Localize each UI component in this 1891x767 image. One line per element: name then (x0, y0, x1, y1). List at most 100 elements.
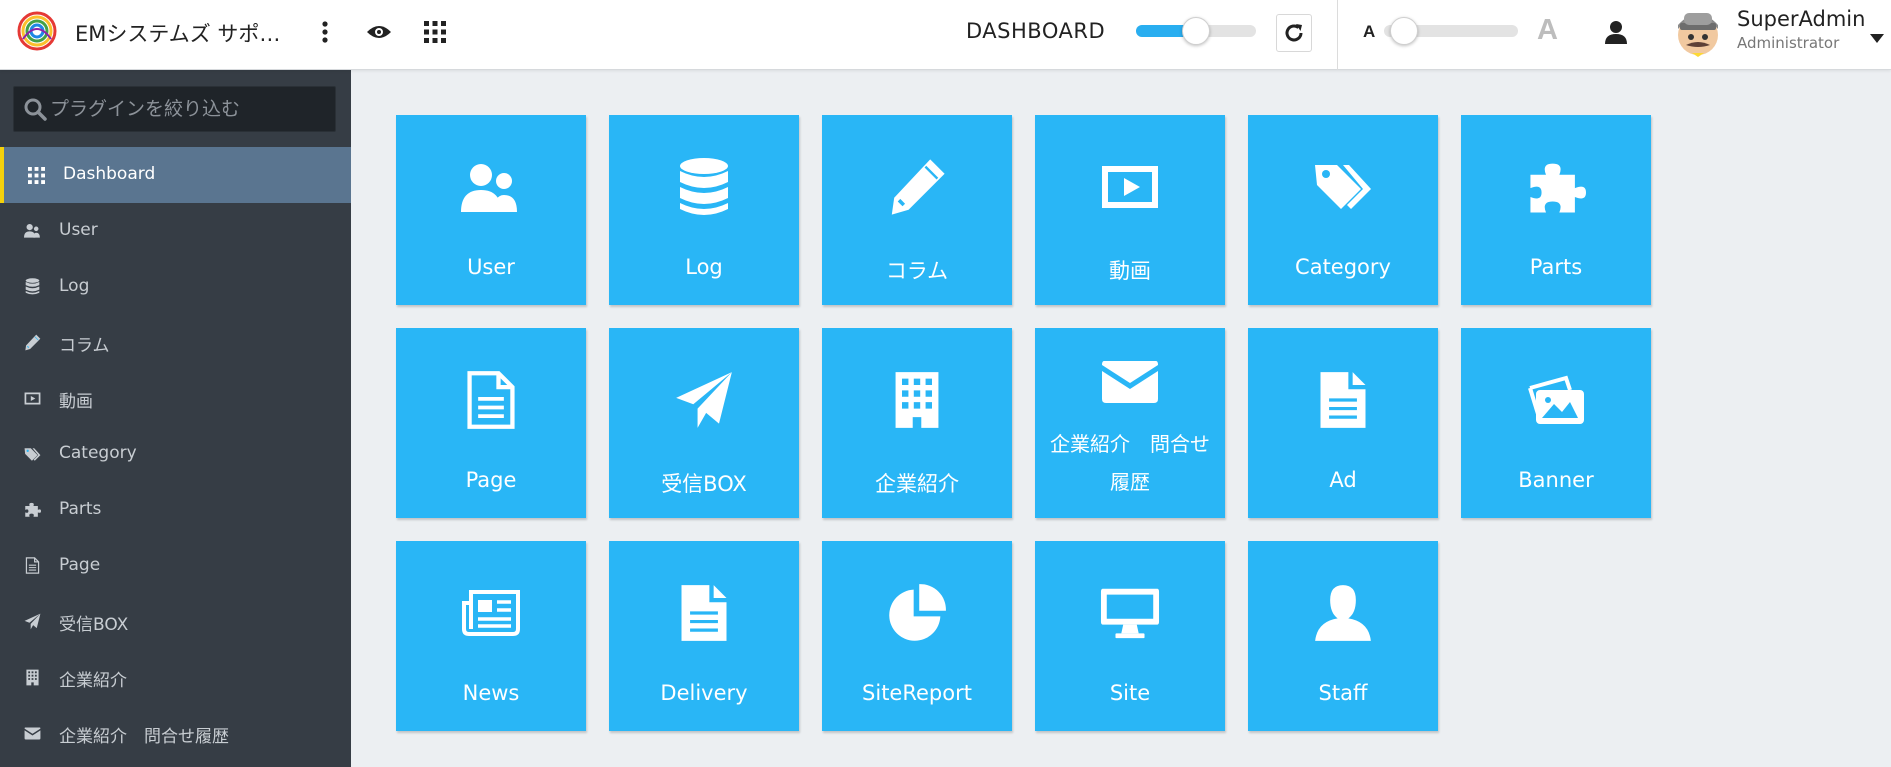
dashboard-tile-1[interactable]: Log (609, 115, 799, 305)
app-title: EMシステムズ サポ… (75, 22, 281, 46)
sidebar-item-9[interactable]: 企業紹介 (0, 649, 351, 705)
tile-label: Category (1295, 255, 1391, 279)
tags-icon (1248, 155, 1438, 219)
more-vertical-icon[interactable] (310, 17, 340, 47)
header-divider (1337, 0, 1338, 70)
puzzle-icon (1461, 155, 1651, 219)
monitor-icon (1035, 581, 1225, 645)
paper-plane-icon (609, 368, 799, 432)
plugin-search-input[interactable] (50, 87, 330, 131)
refresh-icon (1285, 24, 1303, 42)
top-header: EMシステムズ サポ… DASHBOARD A A SuperAdmin Adm… (0, 0, 1891, 70)
user-icon (1248, 581, 1438, 645)
users-icon (22, 221, 42, 241)
sidebar-item-label: 企業紹介 問合せ履歴 (59, 727, 229, 747)
zoom-slider-knob[interactable] (1182, 17, 1210, 45)
dashboard-label: DASHBOARD (966, 19, 1106, 43)
database-icon (22, 277, 42, 297)
tile-label: Parts (1529, 255, 1583, 279)
sidebar-item-2[interactable]: Log (0, 259, 351, 315)
images-icon (1461, 368, 1651, 432)
font-size-slider[interactable] (1384, 17, 1518, 45)
search-icon (23, 97, 47, 125)
sidebar-item-3[interactable]: コラム (0, 314, 351, 370)
database-icon (609, 155, 799, 219)
dashboard-tile-4[interactable]: Category (1248, 115, 1438, 305)
sidebar-item-8[interactable]: 受信BOX (0, 593, 351, 649)
sidebar-item-4[interactable]: 動画 (0, 370, 351, 426)
sidebar-item-6[interactable]: Parts (0, 482, 351, 538)
sidebar-item-label: Page (59, 554, 101, 575)
apps-grid-icon[interactable] (420, 17, 450, 47)
sidebar-item-0[interactable]: Dashboard (0, 147, 351, 203)
tile-label: News (462, 681, 520, 705)
sidebar-item-label: 動画 (59, 392, 93, 413)
file-text-icon (1248, 368, 1438, 432)
tile-label: SiteReport (862, 681, 972, 705)
tile-label: Banner (1518, 468, 1594, 492)
sidebar-item-7[interactable]: Page (0, 538, 351, 594)
tile-label: 企業紹介 問合せ (1050, 432, 1210, 456)
sidebar-item-10[interactable]: 企業紹介 問合せ履歴 (0, 705, 351, 761)
tags-icon (22, 444, 42, 464)
font-size-slider-knob[interactable] (1390, 17, 1418, 45)
envelope-icon (1035, 356, 1225, 408)
tile-label: 受信BOX (661, 472, 747, 496)
sidebar-item-label: Dashboard (63, 164, 156, 184)
dashboard-tile-14[interactable]: SiteReport (822, 541, 1012, 731)
newspaper-icon (396, 581, 586, 645)
users-icon (396, 155, 586, 219)
dashboard-tile-10[interactable]: Ad (1248, 328, 1438, 518)
dashboard-tile-6[interactable]: Page (396, 328, 586, 518)
tile-label: Site (1109, 681, 1151, 705)
sidebar-item-label: Parts (59, 498, 102, 519)
avatar[interactable] (1672, 7, 1724, 59)
sidebar-item-label: User (59, 219, 98, 240)
video-icon (1035, 155, 1225, 219)
app-logo-icon[interactable] (17, 11, 57, 51)
dashboard-tile-2[interactable]: コラム (822, 115, 1012, 305)
dashboard-tile-15[interactable]: Site (1035, 541, 1225, 731)
dashboard-tile-8[interactable]: 企業紹介 (822, 328, 1012, 518)
tile-label: 企業紹介 (875, 472, 959, 496)
envelope-icon (22, 723, 42, 743)
font-size-large-label: A (1537, 14, 1558, 46)
dashboard-tile-16[interactable]: Staff (1248, 541, 1438, 731)
dashboard-tile-9[interactable]: 企業紹介 問合せ 履歴 (1035, 328, 1225, 518)
sidebar-item-label: 受信BOX (59, 615, 129, 636)
page-icon (396, 368, 586, 432)
sidebar-item-5[interactable]: Category (0, 426, 351, 482)
zoom-slider[interactable] (1136, 17, 1256, 45)
dashboard-tile-13[interactable]: Delivery (609, 541, 799, 731)
building-icon (822, 368, 1012, 432)
page-icon (22, 556, 42, 576)
pencil-icon (822, 155, 1012, 219)
file-text-icon (609, 581, 799, 645)
dashboard-tile-0[interactable]: User (396, 115, 586, 305)
user-role: Administrator (1737, 34, 1840, 52)
dashboard-tile-5[interactable]: Parts (1461, 115, 1651, 305)
user-icon[interactable] (1601, 17, 1631, 47)
dashboard-tile-11[interactable]: Banner (1461, 328, 1651, 518)
paper-plane-icon (22, 611, 42, 631)
refresh-button[interactable] (1276, 14, 1312, 52)
tile-label-line2: 履歴 (1110, 470, 1150, 494)
grid-icon (26, 165, 46, 185)
tile-label: Staff (1318, 681, 1368, 705)
caret-down-icon[interactable] (1870, 28, 1884, 47)
pie-chart-icon (822, 581, 1012, 645)
video-icon (22, 388, 42, 408)
user-name[interactable]: SuperAdmin (1737, 7, 1865, 31)
dashboard-tile-12[interactable]: News (396, 541, 586, 731)
sidebar-item-label: コラム (59, 336, 110, 357)
sidebar: Dashboard User Log コラム動画 Category Parts Page 受信… (0, 70, 351, 767)
sidebar-item-label: Log (59, 275, 90, 296)
dashboard-tile-3[interactable]: 動画 (1035, 115, 1225, 305)
eye-icon[interactable] (364, 17, 394, 47)
dashboard-tile-7[interactable]: 受信BOX (609, 328, 799, 518)
tile-label: Page (465, 468, 517, 492)
tile-label: Log (685, 255, 723, 279)
plugin-search-box (13, 86, 336, 132)
tile-label: 動画 (1109, 259, 1151, 283)
sidebar-item-1[interactable]: User (0, 203, 351, 259)
